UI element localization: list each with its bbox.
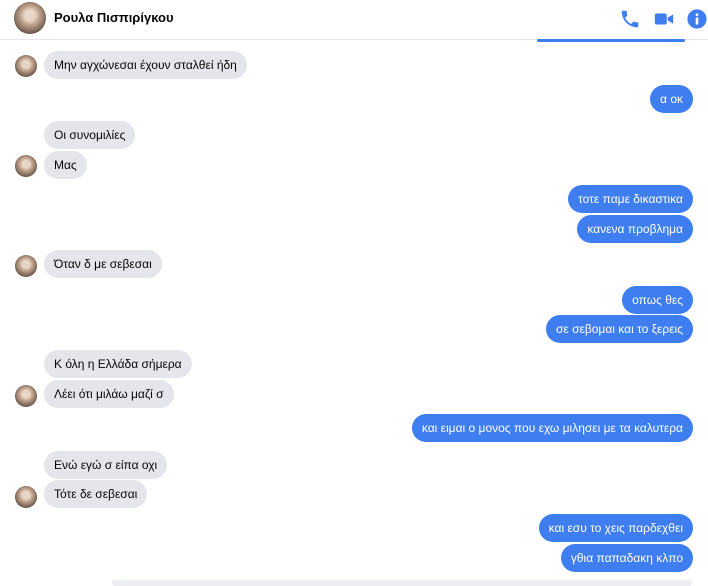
incoming-message[interactable]: Μας: [44, 151, 87, 179]
contact-name[interactable]: Ρουλα Πισπιρίγκου: [54, 10, 174, 25]
incoming-message[interactable]: Μην αγχώνεσαι έχουν σταλθεί ήδη: [44, 51, 247, 79]
outgoing-message[interactable]: κανενα προβλημα: [577, 215, 693, 243]
sender-avatar[interactable]: [15, 155, 37, 177]
outgoing-message[interactable]: γθια παπαδακη κλπο: [560, 544, 693, 572]
outgoing-message[interactable]: και ειμαι ο μονος που εχω μιλησει με τα …: [411, 414, 693, 442]
incoming-message[interactable]: Όταν δ με σεβεσαι: [44, 250, 162, 278]
outgoing-message[interactable]: σε σεβομαι και το ξερεις: [546, 315, 693, 343]
incoming-message[interactable]: Τότε δε σεβεσαι: [44, 480, 148, 508]
video-camera-icon[interactable]: [653, 8, 675, 30]
incoming-message[interactable]: Κ όλη η Ελλάδα σήμερα: [44, 350, 192, 378]
next-message-edge: [112, 580, 692, 586]
incoming-message[interactable]: Λέει ότι μιλάω μαζί σ: [44, 380, 174, 408]
sender-avatar[interactable]: [15, 255, 37, 277]
info-icon[interactable]: [686, 8, 708, 30]
previous-message-edge: [537, 39, 685, 42]
outgoing-message[interactable]: τοτε παμε δικαστικα: [568, 185, 693, 213]
outgoing-message[interactable]: α οκ: [650, 85, 693, 113]
chat-header: Ρουλα Πισπιρίγκου: [0, 0, 708, 40]
outgoing-message[interactable]: οπως θες: [622, 286, 693, 314]
contact-avatar[interactable]: [14, 2, 46, 34]
phone-icon[interactable]: [619, 8, 641, 30]
sender-avatar[interactable]: [15, 385, 37, 407]
sender-avatar[interactable]: [15, 486, 37, 508]
incoming-message[interactable]: Οι συνομιλίες: [44, 121, 136, 149]
incoming-message[interactable]: Ενώ εγώ σ είπα οχι: [44, 451, 168, 479]
outgoing-message[interactable]: και εσυ το χεις παρδεχθει: [538, 514, 693, 542]
sender-avatar[interactable]: [15, 55, 37, 77]
